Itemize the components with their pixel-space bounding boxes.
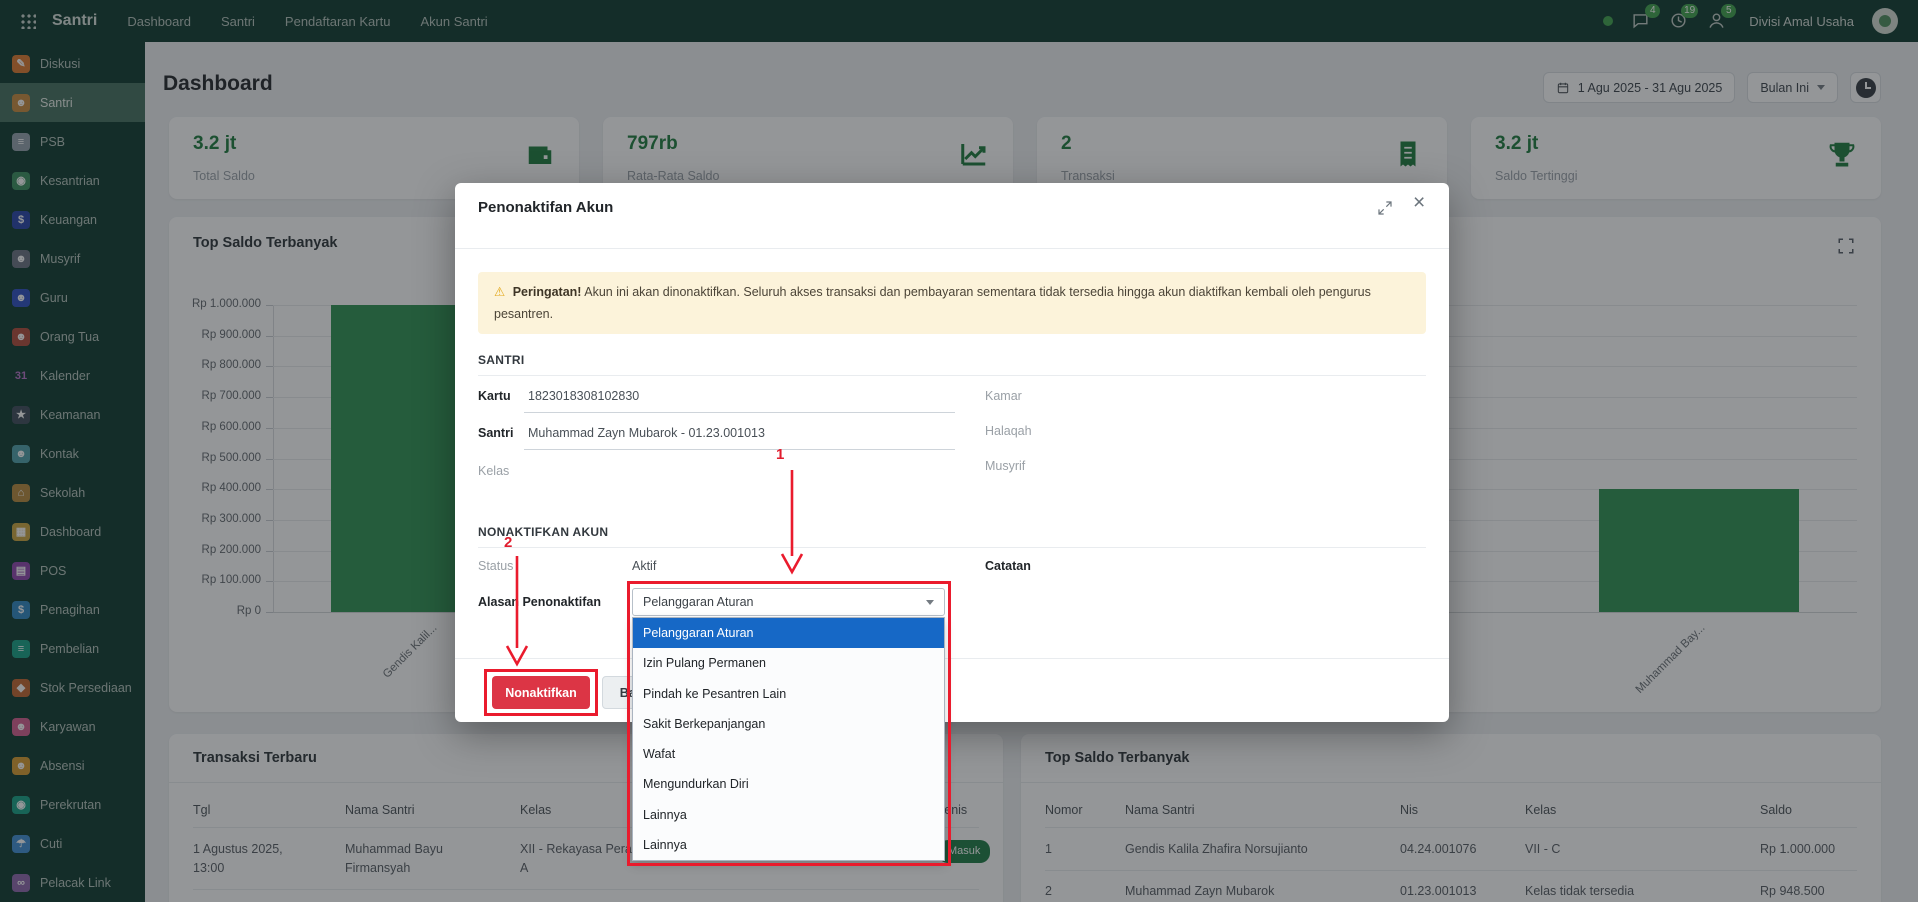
musyrif-label: Musyrif (985, 459, 1025, 473)
status-label: Status (478, 559, 513, 573)
section-nonaktifkan: NONAKTIFKAN AKUN (478, 525, 608, 539)
input-underline (524, 449, 955, 450)
modal-title: Penonaktifan Akun (478, 199, 613, 216)
warning-triangle-icon: ⚠ (494, 285, 505, 299)
santri-label: Santri (478, 426, 513, 440)
modal-expand-icon[interactable] (1377, 200, 1393, 216)
catatan-label: Catatan (985, 559, 1031, 573)
kartu-label: Kartu (478, 389, 511, 403)
kelas-label: Kelas (478, 464, 509, 478)
input-underline (524, 412, 955, 413)
section-santri: SANTRI (478, 353, 524, 367)
annotation-step-1: 1 (776, 446, 784, 463)
app-window: Santri DashboardSantriPendaftaran KartuA… (0, 0, 1918, 902)
deactivate-button[interactable]: Nonaktifkan (492, 676, 590, 709)
dropdown-option[interactable]: Lainnya (633, 830, 944, 860)
divider (478, 375, 1426, 376)
kartu-input[interactable]: 1823018308102830 (528, 389, 639, 403)
dropdown-option[interactable]: Mengundurkan Diri (633, 769, 944, 799)
dropdown-option[interactable]: Pelanggaran Aturan (633, 618, 944, 648)
alasan-option-list: Pelanggaran AturanIzin Pulang PermanenPi… (632, 617, 945, 861)
halaqah-label: Halaqah (985, 424, 1032, 438)
warning-text: Akun ini akan dinonaktifkan. Seluruh aks… (494, 285, 1371, 321)
santri-input[interactable]: Muhammad Zayn Mubarok - 01.23.001013 (528, 426, 765, 440)
dropdown-option[interactable]: Pindah ke Pesantren Lain (633, 679, 944, 709)
divider (455, 248, 1449, 249)
warning-alert: ⚠ Peringatan! Akun ini akan dinonaktifka… (478, 272, 1426, 334)
kamar-label: Kamar (985, 389, 1022, 403)
dropdown-option[interactable]: Wafat (633, 739, 944, 769)
divider (455, 658, 1449, 659)
alasan-label: Alasan Penonaktifan (478, 595, 601, 609)
modal-close-icon[interactable]: × (1413, 191, 1425, 215)
warning-title: Peringatan! (513, 285, 582, 299)
alasan-select[interactable]: Pelanggaran Aturan (632, 588, 945, 616)
divider (478, 547, 1426, 548)
status-value: Aktif (632, 559, 656, 573)
deactivation-modal: Penonaktifan Akun × ⚠ Peringatan! Akun i… (455, 183, 1449, 722)
dropdown-option[interactable]: Lainnya (633, 800, 944, 830)
alasan-select-value: Pelanggaran Aturan (643, 595, 754, 609)
chevron-down-icon (926, 600, 934, 605)
dropdown-option[interactable]: Sakit Berkepanjangan (633, 709, 944, 739)
annotation-step-2: 2 (504, 534, 512, 551)
dropdown-option[interactable]: Izin Pulang Permanen (633, 648, 944, 678)
